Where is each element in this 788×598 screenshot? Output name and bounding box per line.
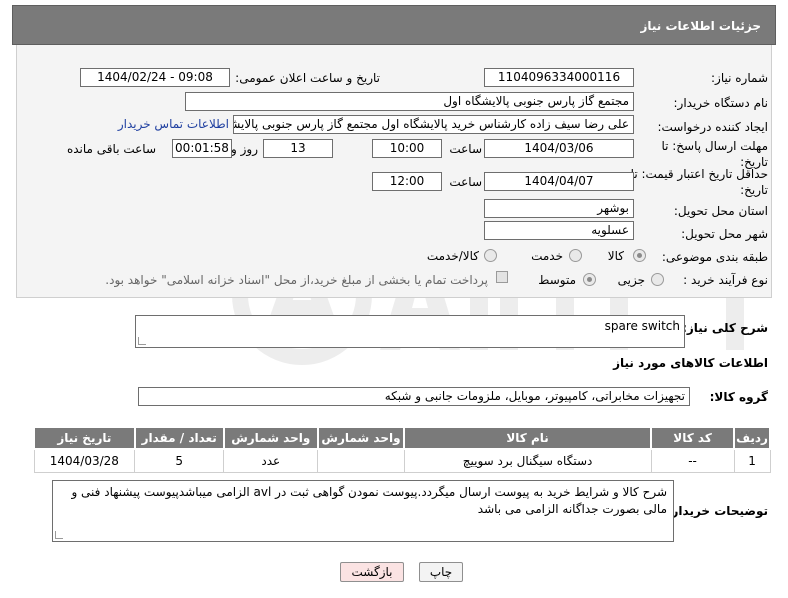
time-remaining-label: ساعت باقی مانده [66,142,156,156]
need-number-field: 1104096334000116 [484,68,634,87]
treasury-payment-checkbox[interactable] [496,271,508,283]
cell-goods-code: -- [650,448,735,473]
requester-field: علی رضا سیف زاده کارشناس خرید پالایشگاه … [233,115,634,134]
col-goods-code: کد کالا [650,426,736,450]
reply-date-field: 1404/03/06 [484,139,634,158]
category-goods-label: کالا [607,249,624,263]
category-label: طبقه بندی موضوعی: [661,250,768,264]
price-time-label: ساعت [449,175,482,189]
category-service-radio[interactable] [569,249,582,262]
page-title: جزئیات اطلاعات نیاز [640,19,761,33]
category-both-label: کالا/خدمت [426,249,479,263]
province-label: استان محل تحویل: [673,204,768,218]
price-time-field: 12:00 [372,172,442,191]
city-label: شهر محل تحویل: [681,227,768,241]
back-button[interactable]: بازگشت [340,562,404,582]
days-remaining-field: 13 [263,139,333,158]
cell-empty [317,448,405,473]
print-button[interactable]: چاپ [419,562,463,582]
goods-section-title: اطلاعات کالاهای مورد نیاز [613,356,768,370]
buyer-contact-link[interactable]: اطلاعات تماس خریدار [118,117,229,131]
page-header: جزئیات اطلاعات نیاز [12,5,776,45]
resize-grip-icon[interactable] [138,337,146,345]
table-row: 1404/03/28 5 عدد دستگاه سیگنال برد سوییچ… [33,448,771,473]
category-service-label: خدمت [531,249,563,263]
time-remaining-field: 00:01:58 [172,139,232,158]
resize-grip-icon[interactable] [55,531,63,539]
col-row: ردیف [733,426,771,450]
process-minor-radio[interactable] [651,273,664,286]
col-unit: واحد شمارش [222,426,319,450]
process-type-label: نوع فرآیند خرید : [683,273,768,287]
col-measurement-unit: واحد شمارش [316,426,406,450]
cell-unit: عدد [223,448,319,473]
goods-group-field: تجهیزات مخابراتی، کامپیوتر، موبایل، ملزو… [138,387,690,406]
goods-table-header: تاریخ نیاز تعداد / مقدار واحد شمارش واحد… [33,426,771,450]
reply-time-field: 10:00 [372,139,442,158]
reply-time-label: ساعت [449,142,482,156]
buyer-notes-text: شرح کالا و شرایط خرید به پیوست ارسال میگ… [71,485,667,516]
price-date-field: 1404/04/07 [484,172,634,191]
buyer-org-label: نام دستگاه خریدار: [673,96,769,110]
category-goods-radio[interactable] [633,249,646,262]
cell-quantity: 5 [134,448,225,473]
buyer-notes-textarea[interactable]: شرح کالا و شرایط خرید به پیوست ارسال میگ… [52,480,674,542]
requester-label: ایجاد کننده درخواست: [657,120,768,134]
treasury-payment-note: پرداخت تمام یا بخشی از مبلغ خرید،از محل … [105,273,488,287]
process-medium-radio[interactable] [583,273,596,286]
goods-group-label: گروه کالا: [709,390,768,404]
announce-label: تاریخ و ساعت اعلان عمومی: [235,71,380,85]
goods-table: تاریخ نیاز تعداد / مقدار واحد شمارش واحد… [33,426,771,473]
price-validity-label: حداقل تاریخ اعتبار قیمت: تا تاریخ: [630,167,768,197]
process-minor-label: جزیی [617,273,645,287]
need-description-textarea[interactable]: spare switch [135,315,685,348]
days-label: روز و [231,142,258,156]
cell-goods-name: دستگاه سیگنال برد سوییچ [403,448,652,473]
need-number-label: شماره نیاز: [711,71,768,85]
cell-need-date: 1404/03/28 [33,448,136,473]
col-quantity: تعداد / مقدار [133,426,225,450]
cell-row: 1 [733,448,771,473]
process-medium-label: متوسط [538,273,576,287]
need-description-label: شرح کلی نیاز: [682,321,768,335]
province-field: بوشهر [484,199,634,218]
city-field: عسلویه [484,221,634,240]
category-both-radio[interactable] [484,249,497,262]
need-description-text: spare switch [604,319,680,333]
col-goods-name: نام کالا [403,426,653,450]
buyer-org-field: مجتمع گاز پارس جنوبی پالایشگاه اول [185,92,634,111]
announce-field: 1404/02/24 - 09:08 [80,68,230,87]
buyer-notes-label: توضیحات خریدار: [666,504,768,518]
col-need-date: تاریخ نیاز [33,426,136,450]
